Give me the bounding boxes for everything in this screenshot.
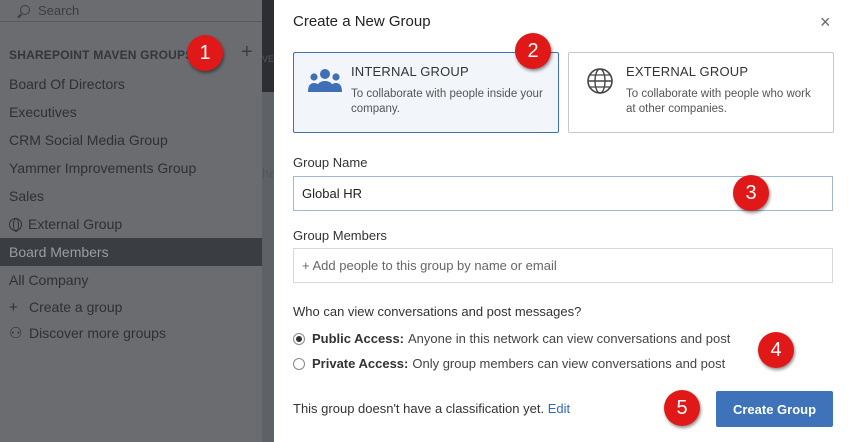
sidebar-item-label: CRM Social Media Group [9, 132, 168, 148]
people-icon [308, 69, 342, 92]
sidebar-item-label: Board Members [9, 244, 109, 260]
sidebar-item-label: All Company [9, 272, 89, 288]
public-access-option[interactable]: Public Access: Anyone in this network ca… [293, 331, 730, 346]
create-group-dialog: Create a New Group × INTERNAL GROUP To c… [274, 0, 854, 442]
groups-section-header: SHAREPOINT MAVEN GROUPS [9, 48, 194, 62]
create-group-button[interactable]: Create Group [716, 391, 833, 427]
internal-group-option[interactable]: INTERNAL GROUP To collaborate with peopl… [293, 52, 559, 133]
internal-group-description: To collaborate with people inside your c… [351, 88, 543, 115]
sidebar-item-external-group[interactable]: External Group [0, 210, 262, 238]
add-group-icon[interactable]: + [241, 41, 253, 64]
internal-group-title: INTERNAL GROUP [351, 64, 469, 79]
callout-1: 1 [187, 35, 223, 71]
public-access-description: Anyone in this network can view conversa… [408, 331, 731, 346]
public-access-radio[interactable] [293, 332, 305, 345]
sidebar-item-label: Board Of Directors [9, 76, 125, 92]
sidebar-item-crm-social-media-group[interactable]: CRM Social Media Group [0, 126, 262, 154]
sidebar-item-all-company[interactable]: All Company [0, 266, 262, 294]
private-access-description: Only group members can view conversation… [412, 356, 726, 371]
plus-icon: + [9, 299, 18, 316]
sidebar-item-board-members[interactable]: Board Members [0, 238, 262, 266]
people-network-icon: ⚇ [9, 325, 23, 342]
globe-icon [9, 218, 22, 232]
private-access-option[interactable]: Private Access: Only group members can v… [293, 356, 725, 371]
background-text-fragment: VE [262, 54, 275, 64]
classification-note: This group doesn't have a classification… [293, 401, 570, 416]
classification-text: This group doesn't have a classification… [293, 401, 545, 416]
sidebar-item-label: External Group [28, 216, 123, 232]
private-access-radio[interactable] [293, 357, 305, 370]
group-name-label: Group Name [293, 155, 368, 170]
callout-4: 4 [758, 332, 794, 368]
public-access-title: Public Access: [312, 331, 405, 346]
sidebar-item-label: Sales [9, 188, 45, 204]
sidebar-item-label: Executives [9, 104, 77, 120]
background-content-strip [262, 92, 274, 442]
discover-groups-link[interactable]: ⚇ Discover more groups [9, 324, 166, 342]
groups-sidebar: Search SHAREPOINT MAVEN GROUPS + Board O… [0, 0, 262, 442]
callout-5: 5 [664, 390, 700, 426]
sidebar-search[interactable]: Search [0, 0, 262, 22]
sidebar-item-yammer-improvements-group[interactable]: Yammer Improvements Group [0, 154, 262, 182]
dialog-title: Create a New Group [293, 13, 431, 30]
group-list: Board Of Directors Executives CRM Social… [0, 70, 262, 294]
close-icon[interactable]: × [820, 12, 831, 33]
group-members-input[interactable] [293, 248, 833, 283]
sidebar-item-executives[interactable]: Executives [0, 98, 262, 126]
group-members-label: Group Members [293, 228, 387, 243]
external-group-title: EXTERNAL GROUP [626, 64, 749, 79]
private-access-title: Private Access: [312, 356, 409, 371]
search-icon [20, 4, 30, 15]
classification-edit-link[interactable]: Edit [548, 401, 570, 416]
background-header-strip [262, 0, 274, 92]
sidebar-item-sales[interactable]: Sales [0, 182, 262, 210]
sidebar-item-board-of-directors[interactable]: Board Of Directors [0, 70, 262, 98]
sidebar-item-label: Yammer Improvements Group [9, 160, 197, 176]
search-placeholder: Search [38, 3, 80, 18]
callout-3: 3 [733, 175, 769, 211]
external-group-option[interactable]: EXTERNAL GROUP To collaborate with peopl… [568, 52, 834, 133]
external-group-description: To collaborate with people who work at o… [626, 88, 811, 115]
privacy-question: Who can view conversations and post mess… [293, 304, 582, 319]
callout-2: 2 [515, 33, 551, 69]
globe-icon [587, 68, 613, 94]
create-group-link[interactable]: + Create a group [9, 299, 122, 316]
create-group-label: Create a group [29, 299, 123, 315]
discover-groups-label: Discover more groups [29, 325, 166, 341]
